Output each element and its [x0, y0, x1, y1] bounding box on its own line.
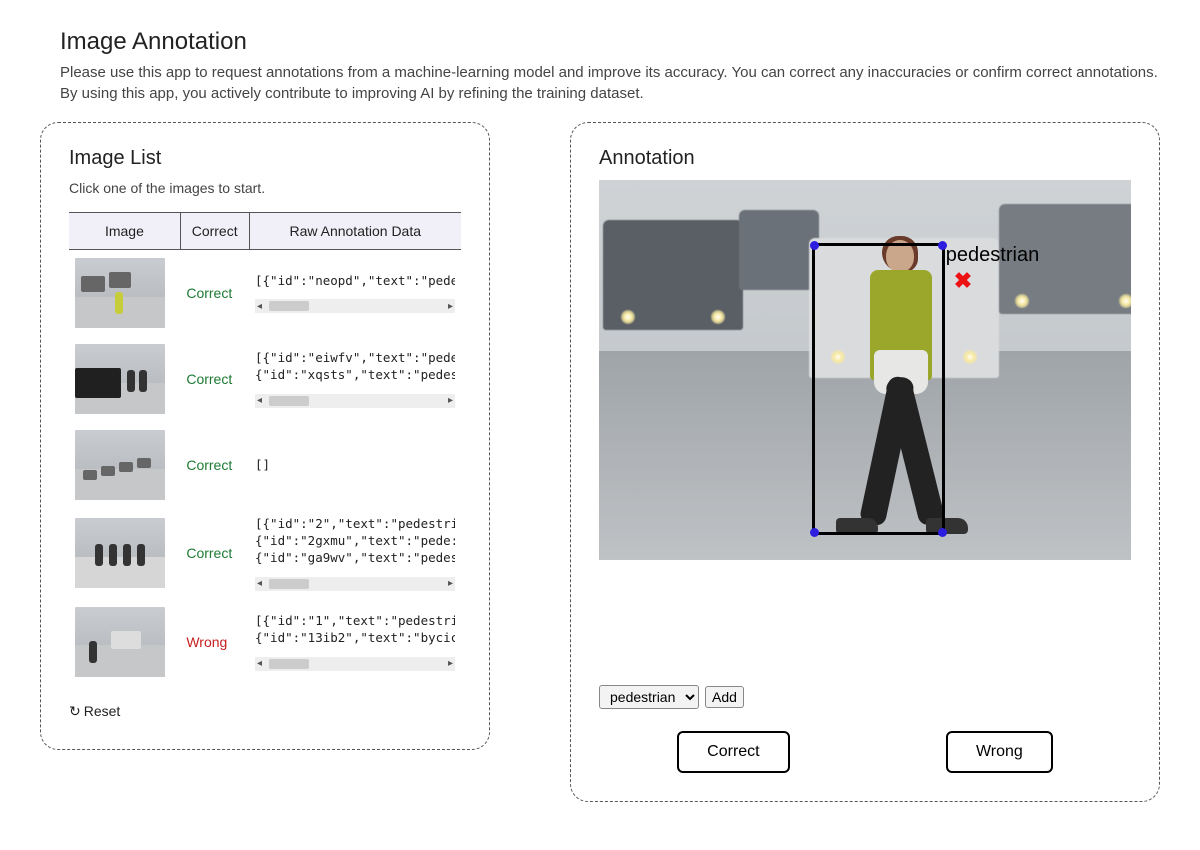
bounding-box[interactable]: pedestrian ✖: [812, 243, 945, 536]
bbox-delete-icon[interactable]: ✖: [954, 268, 972, 294]
col-raw: Raw Annotation Data: [249, 213, 461, 250]
thumbnail[interactable]: [75, 344, 165, 414]
page-title: Image Annotation: [60, 28, 1160, 56]
horizontal-scrollbar[interactable]: ◂▸: [255, 657, 455, 671]
raw-annotation-text: []: [255, 457, 455, 474]
annotation-title: Annotation: [599, 147, 1131, 170]
image-list-title: Image List: [69, 147, 461, 170]
horizontal-scrollbar[interactable]: ◂▸: [255, 577, 455, 591]
status-label: Wrong: [186, 634, 227, 650]
horizontal-scrollbar[interactable]: ◂▸: [255, 299, 455, 313]
table-row[interactable]: Correct [{"id":"eiwfv","text":"pedes{"id"…: [69, 336, 461, 422]
status-label: Correct: [186, 285, 232, 301]
thumbnail[interactable]: [75, 607, 165, 677]
image-list-hint: Click one of the images to start.: [69, 180, 461, 196]
label-select[interactable]: pedestrian: [599, 685, 699, 709]
reset-icon: ↻: [69, 703, 81, 720]
raw-annotation-text: [{"id":"eiwfv","text":"pedes{"id":"xqsts…: [255, 350, 455, 384]
thumbnail[interactable]: [75, 430, 165, 500]
raw-annotation-text: [{"id":"1","text":"pedestrian{"id":"13ib…: [255, 613, 455, 647]
col-correct: Correct: [180, 213, 249, 250]
thumbnail[interactable]: [75, 258, 165, 328]
wrong-button[interactable]: Wrong: [946, 731, 1053, 773]
table-row[interactable]: Correct [{"id":"2","text":"pedestrian{"id…: [69, 508, 461, 599]
annotation-panel: Annotation: [570, 122, 1160, 802]
col-image: Image: [69, 213, 180, 250]
bbox-handle-tl[interactable]: [810, 241, 819, 250]
page-subtitle: Please use this app to request annotatio…: [60, 62, 1160, 104]
thumbnail[interactable]: [75, 518, 165, 588]
image-list-table: Image Correct Raw Annotation Data Correc…: [69, 212, 461, 685]
status-label: Correct: [186, 371, 232, 387]
image-list-panel: Image List Click one of the images to st…: [40, 122, 490, 750]
annotation-canvas[interactable]: pedestrian ✖: [599, 180, 1131, 560]
raw-annotation-text: [{"id":"neopd","text":"pede: [255, 273, 455, 290]
status-label: Correct: [186, 457, 232, 473]
table-row[interactable]: Wrong [{"id":"1","text":"pedestrian{"id":…: [69, 599, 461, 685]
reset-label: Reset: [84, 703, 121, 719]
add-button[interactable]: Add: [705, 686, 744, 708]
status-label: Correct: [186, 545, 232, 561]
table-row[interactable]: Correct []: [69, 422, 461, 508]
bbox-label: pedestrian: [946, 244, 1039, 267]
reset-button[interactable]: ↻Reset: [69, 703, 120, 720]
raw-annotation-text: [{"id":"2","text":"pedestrian{"id":"2gxm…: [255, 516, 455, 567]
horizontal-scrollbar[interactable]: ◂▸: [255, 394, 455, 408]
table-row[interactable]: Correct [{"id":"neopd","text":"pede ◂▸: [69, 250, 461, 337]
correct-button[interactable]: Correct: [677, 731, 789, 773]
